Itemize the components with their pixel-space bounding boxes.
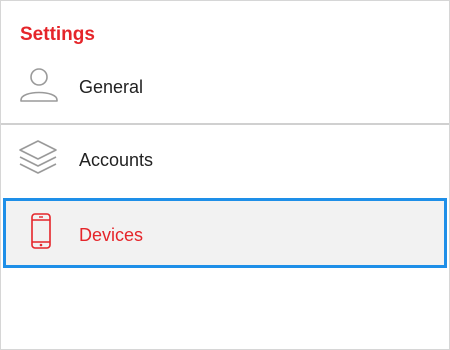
smartphone-icon (20, 211, 64, 255)
user-icon (17, 65, 61, 109)
menu-item-label-general: General (79, 77, 144, 97)
menu-item-label-devices: Devices (79, 225, 144, 245)
layers-icon (17, 137, 61, 181)
settings-panel: Settings General Accounts Devices (0, 0, 450, 350)
menu-item-label-accounts: Accounts (79, 150, 154, 170)
settings-title: Settings (20, 24, 95, 45)
menu-item-devices[interactable]: Devices (3, 198, 447, 268)
menu-item-general[interactable]: General (1, 53, 449, 124)
menu-item-accounts[interactable]: Accounts (1, 125, 449, 197)
